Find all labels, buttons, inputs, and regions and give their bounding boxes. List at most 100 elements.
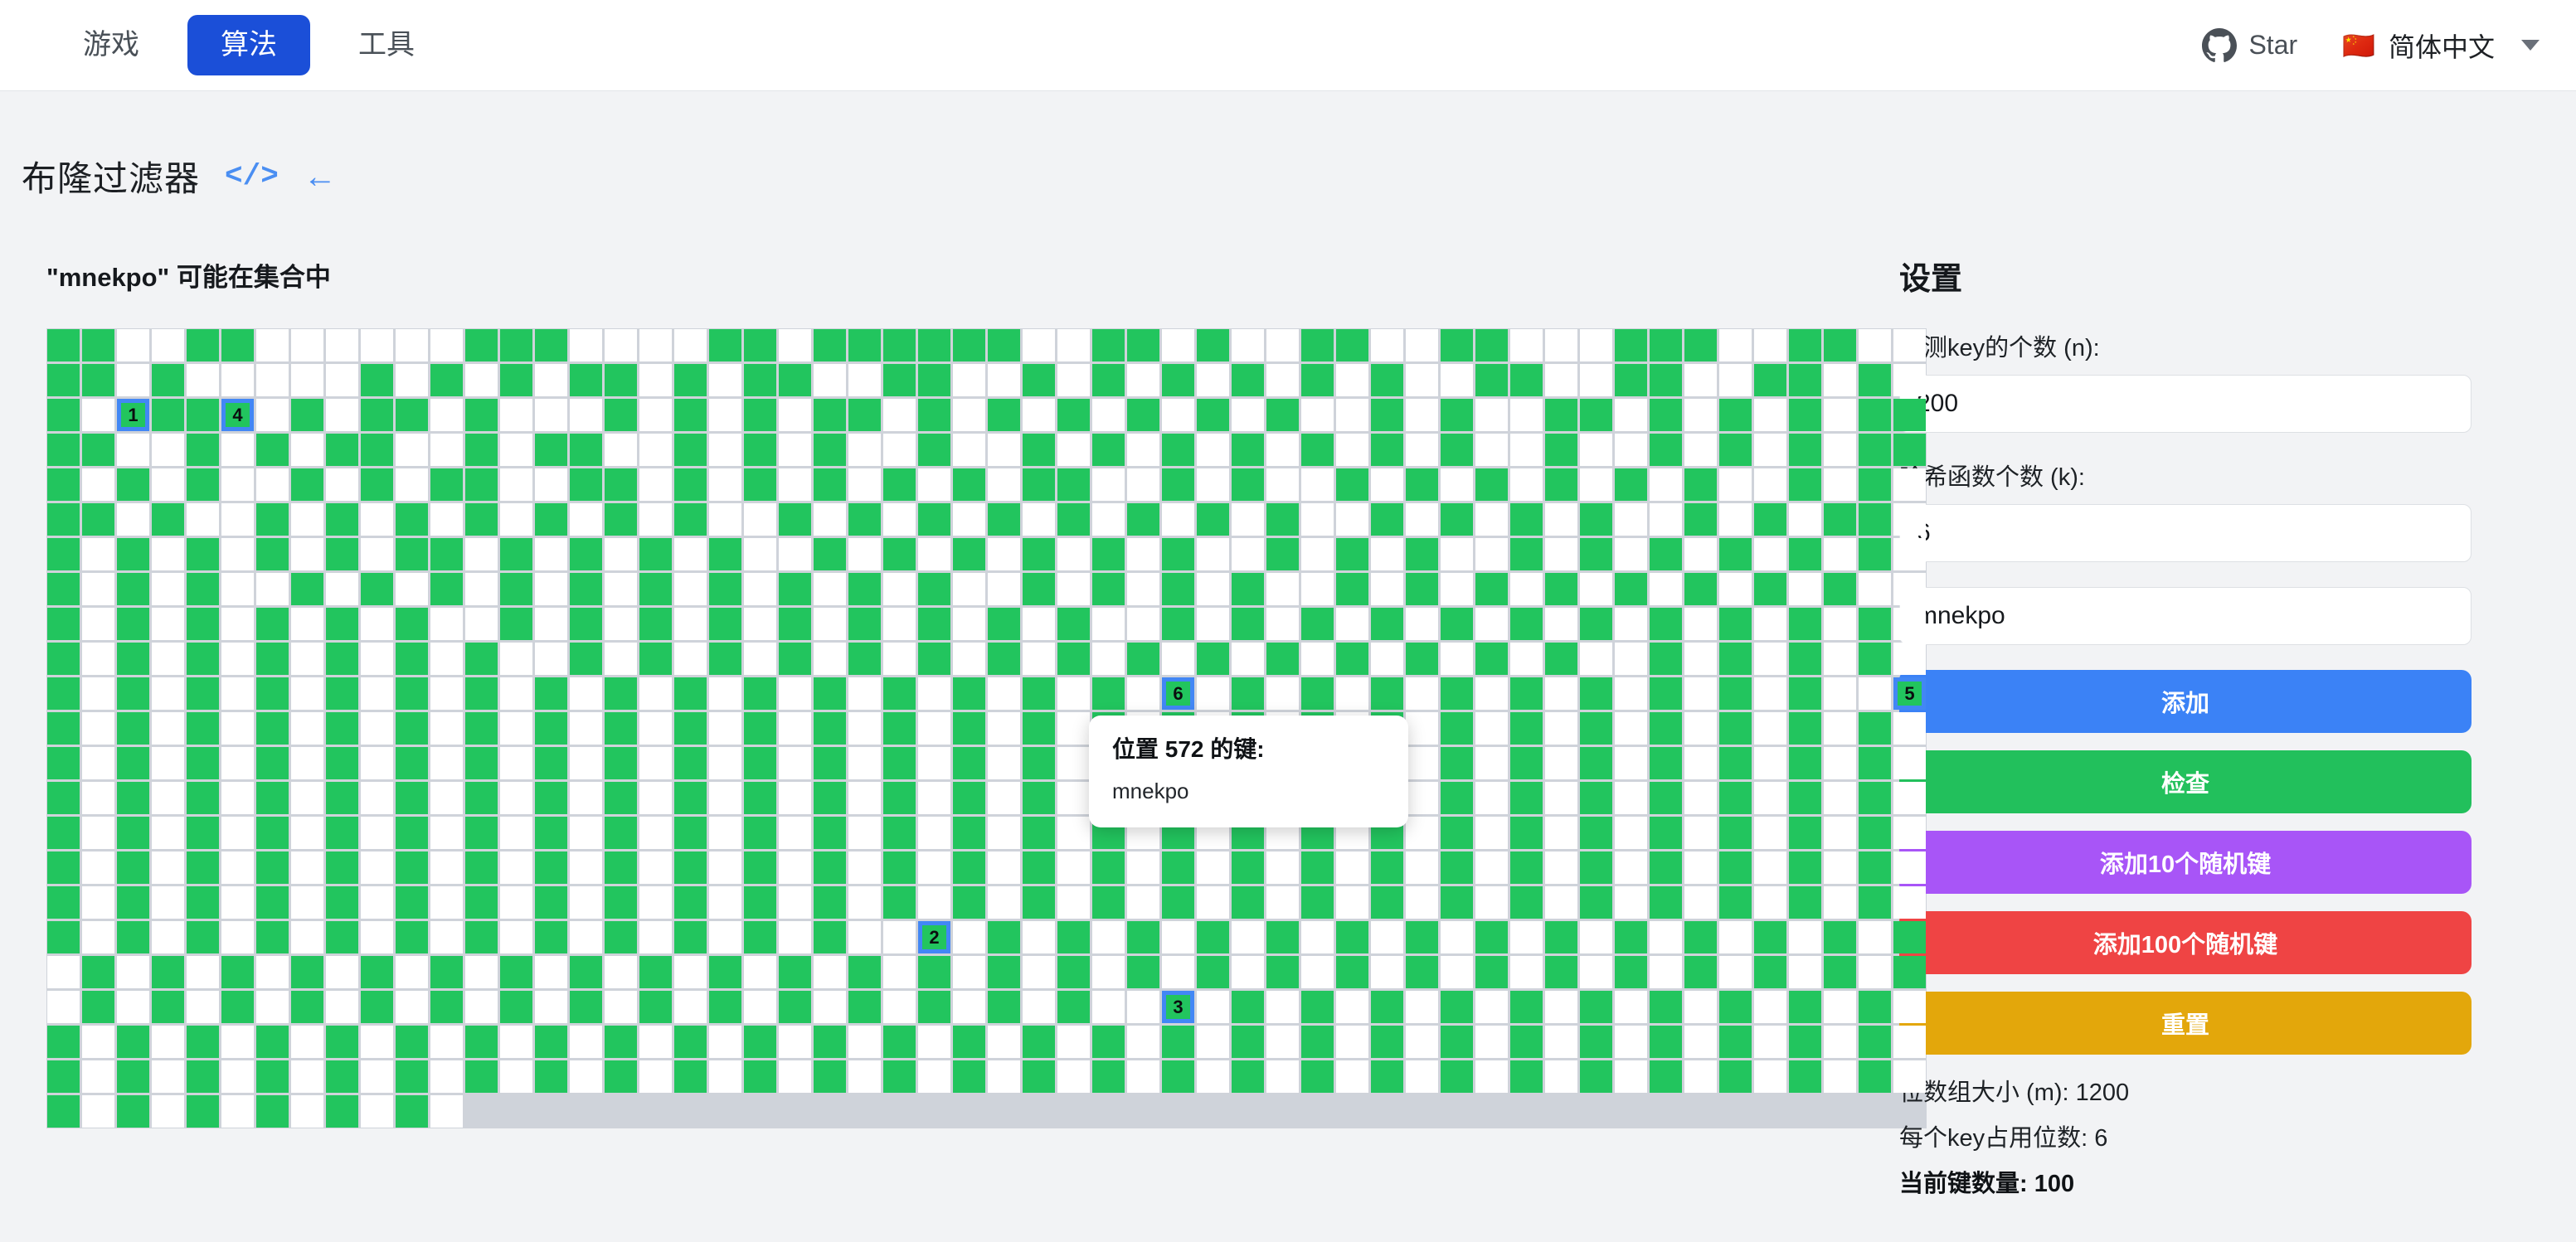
bit-cell[interactable]	[1197, 434, 1229, 466]
bit-cell[interactable]	[1057, 329, 1090, 361]
bit-cell[interactable]	[82, 468, 114, 501]
bit-cell[interactable]	[1719, 851, 1752, 884]
bit-cell[interactable]	[674, 364, 707, 396]
bit-cell[interactable]	[47, 712, 80, 745]
bit-cell[interactable]	[1789, 329, 1821, 361]
bit-cell[interactable]	[117, 851, 149, 884]
bit-cell[interactable]	[1475, 538, 1508, 570]
bit-cell[interactable]	[918, 503, 950, 536]
bit-cell[interactable]	[1127, 573, 1159, 605]
bit-cell[interactable]	[1406, 329, 1438, 361]
bit-cell[interactable]	[1510, 1026, 1543, 1058]
bit-cell[interactable]	[82, 434, 114, 466]
bit-cell[interactable]	[848, 921, 881, 953]
bit-cell[interactable]	[1336, 538, 1368, 570]
bit-cell[interactable]	[744, 747, 776, 779]
bit-cell[interactable]	[82, 886, 114, 919]
bit-cell[interactable]	[1789, 712, 1821, 745]
bit-cell[interactable]	[1719, 364, 1752, 396]
bit-cell[interactable]	[814, 851, 846, 884]
bit-cell[interactable]	[117, 817, 149, 849]
bit-cell[interactable]	[1719, 608, 1752, 640]
bit-cell[interactable]	[744, 399, 776, 431]
bit-cell[interactable]	[953, 712, 985, 745]
bit-cell[interactable]	[848, 712, 881, 745]
bit-cell[interactable]	[1615, 329, 1647, 361]
bit-cell[interactable]	[326, 1060, 358, 1093]
bit-cell[interactable]	[500, 747, 532, 779]
bit-cell[interactable]	[1127, 956, 1159, 988]
bit-cell[interactable]	[361, 364, 393, 396]
bit-cell[interactable]	[1510, 712, 1543, 745]
bit-cell[interactable]	[1510, 1060, 1543, 1093]
bit-cell[interactable]	[744, 329, 776, 361]
bit-cell[interactable]	[1510, 573, 1543, 605]
bit-cell[interactable]	[1650, 538, 1682, 570]
bit-cell[interactable]	[361, 329, 393, 361]
bit-cell[interactable]	[1545, 817, 1577, 849]
bit-cell[interactable]	[1719, 503, 1752, 536]
bit-cell[interactable]	[465, 886, 498, 919]
bit-cell[interactable]	[1371, 434, 1403, 466]
bit-cell[interactable]	[883, 956, 916, 988]
bit-cell[interactable]	[1301, 538, 1334, 570]
bit-cell[interactable]	[814, 503, 846, 536]
bit-cell[interactable]	[256, 1095, 289, 1128]
bit-cell[interactable]	[1406, 921, 1438, 953]
bit-cell[interactable]	[709, 747, 741, 779]
back-arrow-icon[interactable]: ←	[304, 160, 337, 193]
bit-cell[interactable]	[535, 468, 567, 501]
bit-cell[interactable]	[187, 364, 219, 396]
bit-cell[interactable]	[1475, 956, 1508, 988]
bit-cell[interactable]	[1893, 573, 1926, 605]
bit-cell[interactable]	[639, 712, 672, 745]
bit-cell[interactable]	[1545, 538, 1577, 570]
bit-cell[interactable]	[535, 677, 567, 710]
bit-cell[interactable]	[361, 1060, 393, 1093]
bit-cell[interactable]	[47, 608, 80, 640]
bit-cell[interactable]	[848, 329, 881, 361]
bit-cell[interactable]	[1859, 677, 1891, 710]
bit-cell[interactable]	[848, 643, 881, 675]
bit-cell[interactable]	[187, 399, 219, 431]
bit-cell[interactable]	[814, 434, 846, 466]
bit-cell[interactable]	[500, 956, 532, 988]
bit-cell[interactable]	[918, 468, 950, 501]
bit-cell[interactable]	[1232, 399, 1264, 431]
bit-cell[interactable]	[1023, 364, 1055, 396]
bit-cell[interactable]	[256, 1060, 289, 1093]
bit-cell[interactable]	[1057, 747, 1090, 779]
bit-cell[interactable]	[1684, 782, 1717, 814]
bit-cell[interactable]	[82, 921, 114, 953]
bit-cell[interactable]	[221, 851, 254, 884]
bit-cell[interactable]	[1824, 1060, 1856, 1093]
bit-cell[interactable]	[674, 329, 707, 361]
bit-cell[interactable]	[535, 399, 567, 431]
bit-cell[interactable]	[256, 503, 289, 536]
bit-cell[interactable]	[1092, 399, 1125, 431]
bit-cell[interactable]	[1266, 921, 1299, 953]
bit-cell[interactable]	[674, 608, 707, 640]
bit-cell[interactable]	[674, 503, 707, 536]
bit-cell[interactable]	[779, 434, 811, 466]
bit-cell[interactable]	[1824, 1026, 1856, 1058]
bit-cell[interactable]	[1092, 1026, 1125, 1058]
bit-cell[interactable]	[1580, 677, 1612, 710]
bit-cell[interactable]	[256, 677, 289, 710]
bit-cell[interactable]	[1475, 747, 1508, 779]
bit-cell[interactable]	[1789, 643, 1821, 675]
bit-cell[interactable]	[291, 538, 323, 570]
bit-cell[interactable]	[1441, 399, 1473, 431]
bit-cell[interactable]	[639, 573, 672, 605]
bit-cell[interactable]	[1371, 956, 1403, 988]
bit-cell[interactable]	[570, 1060, 602, 1093]
bit-cell[interactable]	[1371, 886, 1403, 919]
bit-cell[interactable]	[1232, 677, 1264, 710]
bit-cell[interactable]	[1650, 329, 1682, 361]
bit-cell[interactable]	[988, 643, 1020, 675]
bit-cell[interactable]	[709, 1060, 741, 1093]
bit-cell[interactable]	[1859, 1060, 1891, 1093]
bit-cell[interactable]	[47, 538, 80, 570]
bit-cell[interactable]	[1441, 921, 1473, 953]
bit-cell[interactable]	[814, 817, 846, 849]
